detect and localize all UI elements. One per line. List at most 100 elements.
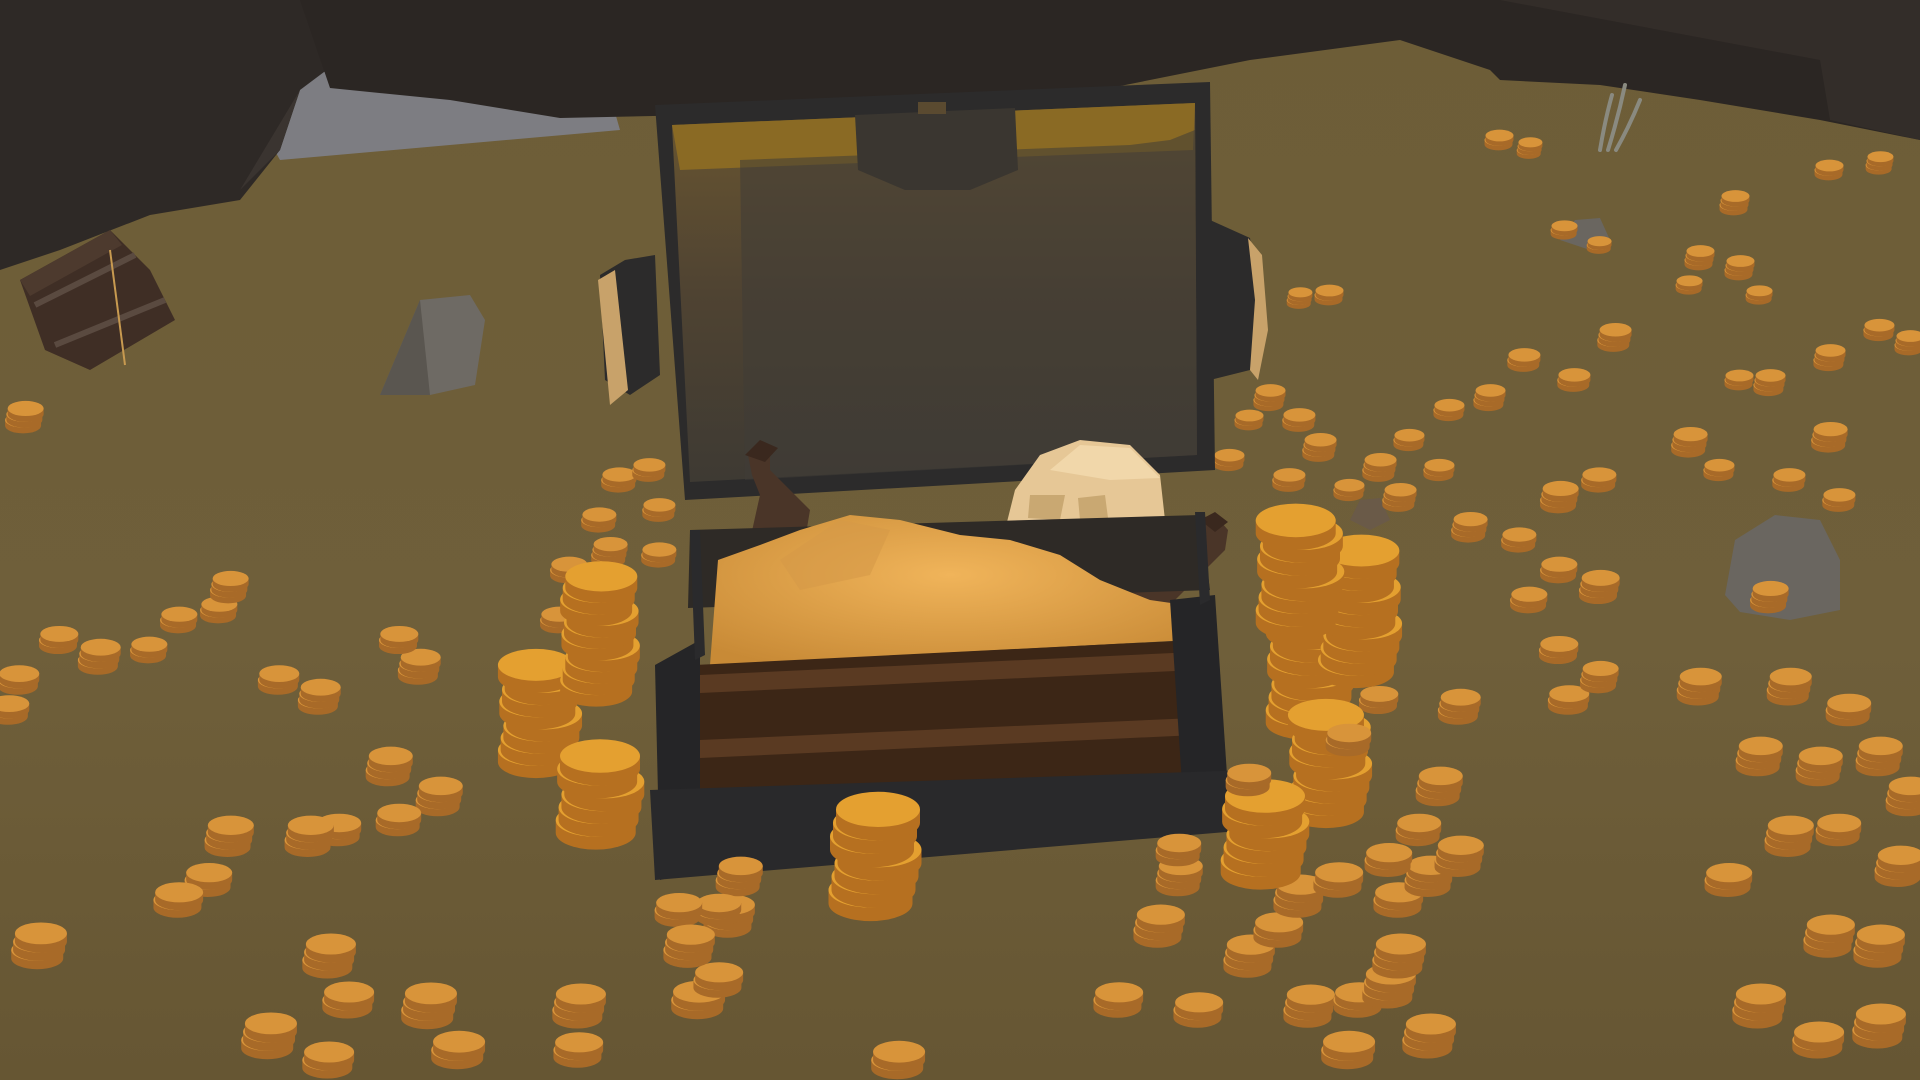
coin-stack bbox=[0, 665, 40, 695]
coin-stack bbox=[1874, 845, 1920, 887]
coin-stack bbox=[641, 542, 677, 568]
coin-stack bbox=[1724, 369, 1754, 391]
coin-stack bbox=[1283, 984, 1335, 1028]
gold-coin-stack bbox=[555, 739, 645, 850]
coin-stack bbox=[1372, 933, 1426, 979]
coin-stack bbox=[297, 678, 341, 715]
coin-stack bbox=[1313, 862, 1364, 898]
coin-stack bbox=[1597, 323, 1632, 352]
coin-stack bbox=[1735, 736, 1783, 777]
coin-stack bbox=[1719, 190, 1750, 216]
coin-stack bbox=[1750, 580, 1789, 614]
coin-stack bbox=[871, 1040, 926, 1080]
coin-stack bbox=[1855, 736, 1903, 777]
coin-stack bbox=[1451, 511, 1488, 543]
coin-stack bbox=[1550, 220, 1578, 240]
gold-coin-stack bbox=[560, 561, 640, 707]
coin-stack bbox=[1822, 488, 1856, 512]
coin-stack bbox=[401, 982, 457, 1030]
coin-stack bbox=[1362, 453, 1397, 482]
coin-stack bbox=[322, 981, 375, 1019]
coin-stack bbox=[1753, 369, 1786, 397]
coin-stack bbox=[241, 1012, 297, 1060]
coin-stack bbox=[1402, 1013, 1456, 1059]
coin-stack bbox=[210, 570, 249, 604]
coin-stack bbox=[1314, 284, 1344, 306]
coin-stack bbox=[1803, 914, 1855, 958]
coin-stack bbox=[1852, 1003, 1906, 1049]
coin-stack bbox=[38, 625, 79, 655]
coin-stack bbox=[1507, 348, 1541, 372]
coin-stack bbox=[1433, 398, 1465, 422]
coin-stack bbox=[1684, 245, 1715, 271]
coin-stack bbox=[1538, 635, 1579, 665]
coin-stack bbox=[553, 1032, 604, 1068]
coin-stack bbox=[1724, 255, 1755, 281]
coin-stack bbox=[1434, 835, 1484, 878]
coin-stack bbox=[77, 638, 121, 675]
coin-stack bbox=[1358, 685, 1399, 715]
coin-stack bbox=[1423, 458, 1455, 482]
coin-stack bbox=[1234, 409, 1264, 431]
coin-stack bbox=[1792, 1021, 1845, 1059]
coin-stack bbox=[654, 892, 703, 928]
game-scene bbox=[0, 0, 1920, 1080]
gold-coin-stack bbox=[1255, 503, 1345, 640]
coin-stack bbox=[1703, 458, 1735, 482]
coin-stack bbox=[601, 467, 637, 493]
coin-stack bbox=[397, 648, 441, 685]
coin-stack bbox=[1732, 983, 1786, 1029]
coin-stack bbox=[1272, 468, 1306, 492]
coin-stack bbox=[1586, 236, 1612, 254]
coin-stack bbox=[1321, 1030, 1376, 1070]
coin-stack bbox=[0, 695, 30, 725]
coin-stack bbox=[1437, 688, 1481, 725]
coin-stack bbox=[1676, 667, 1722, 706]
coin-stack bbox=[1811, 421, 1848, 453]
coin-stack bbox=[1173, 992, 1224, 1028]
chest-clasp bbox=[855, 108, 1018, 190]
coin-stack bbox=[1772, 468, 1806, 492]
chest-body bbox=[650, 512, 1250, 880]
coin-stack bbox=[1382, 483, 1417, 512]
coin-stack bbox=[1814, 159, 1844, 181]
coin-stack bbox=[1333, 478, 1365, 502]
coin-stack bbox=[153, 882, 204, 918]
coin-stack bbox=[1286, 287, 1313, 309]
coin-stack bbox=[1557, 368, 1591, 392]
coin-stack bbox=[1813, 344, 1846, 372]
coin-stack bbox=[1745, 285, 1773, 305]
coin-stack bbox=[1540, 556, 1578, 584]
coin-stack bbox=[204, 815, 254, 858]
coin-stack bbox=[1393, 428, 1425, 452]
coin-stack bbox=[1865, 151, 1894, 175]
coin-stack bbox=[1578, 569, 1620, 605]
coin-stack bbox=[1766, 667, 1812, 706]
coin-stack bbox=[1253, 384, 1286, 412]
coin-stack bbox=[715, 856, 763, 897]
coin-stack bbox=[1885, 776, 1920, 817]
coin-stack bbox=[257, 665, 300, 695]
coin-stack bbox=[1704, 862, 1753, 898]
coin-stack bbox=[1282, 408, 1316, 432]
coin-stack bbox=[1325, 723, 1372, 757]
coin-stack bbox=[302, 933, 356, 979]
chest-lid bbox=[598, 82, 1268, 500]
coin-stack bbox=[1415, 766, 1463, 807]
coin-stack bbox=[1501, 527, 1537, 553]
coin-stack bbox=[1580, 660, 1619, 694]
coin-stack bbox=[581, 507, 617, 533]
coin-stack bbox=[1815, 813, 1862, 847]
coin-stack bbox=[160, 606, 198, 634]
coin-stack bbox=[1795, 746, 1843, 787]
coin-stack bbox=[1671, 426, 1708, 458]
gold-coin-stack bbox=[828, 791, 922, 922]
coin-stack bbox=[365, 746, 413, 787]
coin-stack bbox=[1516, 137, 1543, 159]
coin-stack bbox=[1825, 693, 1872, 727]
coin-stack bbox=[1484, 129, 1514, 151]
coin-stack bbox=[1764, 815, 1814, 858]
coin-stack bbox=[693, 962, 744, 998]
coin-stack bbox=[1510, 586, 1548, 614]
coin-stack bbox=[1395, 813, 1442, 847]
